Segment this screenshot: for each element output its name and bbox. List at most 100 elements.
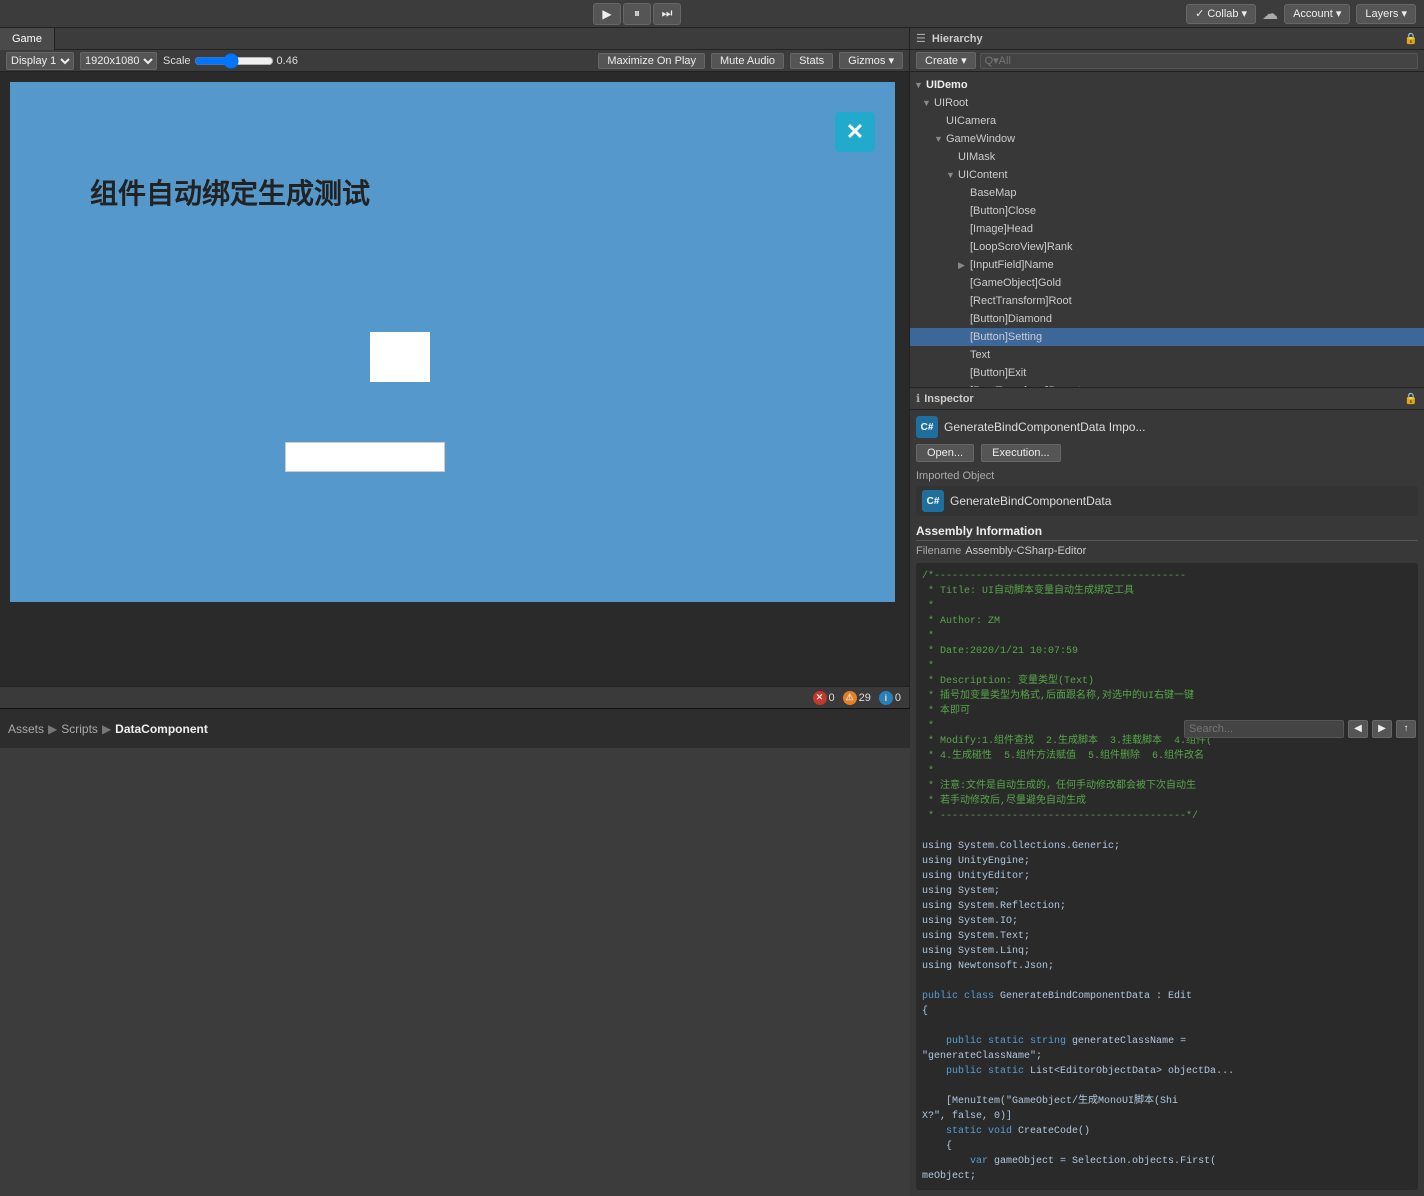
hierarchy-search-input[interactable] bbox=[980, 53, 1418, 69]
close-button-x[interactable]: ✕ bbox=[835, 112, 875, 152]
breadcrumb-sep-1: ▶ bbox=[48, 722, 57, 736]
play-icon: ▶ bbox=[602, 7, 611, 21]
toolbar-right: ✓ Collab ▾ ☁ Account ▾ Layers ▾ bbox=[1186, 4, 1416, 24]
list-item[interactable]: [Image]Head bbox=[910, 220, 1424, 238]
scale-value: 0.46 bbox=[277, 55, 298, 67]
inspector-script-name: GenerateBindComponentData Impo... bbox=[944, 420, 1418, 434]
list-item[interactable]: [RectTransform]Parent bbox=[910, 382, 1424, 387]
game-tab[interactable]: Game bbox=[0, 28, 55, 50]
hierarchy-title: Hierarchy bbox=[932, 33, 983, 45]
data-component-breadcrumb: DataComponent bbox=[115, 722, 208, 736]
collab-check-icon: ✓ bbox=[1195, 7, 1204, 20]
list-item[interactable]: ▼ GameWindow bbox=[910, 130, 1424, 148]
imported-cs-label: C# bbox=[927, 496, 940, 507]
inspector-actions: Open... Execution... bbox=[916, 444, 1418, 462]
playback-controls: ▶ ⏸ ⏭ bbox=[593, 3, 681, 25]
game-controls: Display 1 1920x1080 Scale 0.46 Maximize … bbox=[0, 50, 909, 72]
nav-forward-button[interactable]: ▶ bbox=[1372, 720, 1392, 738]
inspector-panel: ℹ Inspector 🔒 C# GenerateBindComponentDa… bbox=[910, 388, 1424, 1196]
code-class-name: GenerateBindComponentData : Edit bbox=[994, 991, 1192, 1002]
resolution-select[interactable]: 1920x1080 bbox=[80, 52, 157, 70]
mute-audio-button[interactable]: Mute Audio bbox=[711, 53, 784, 69]
game-tab-label: Game bbox=[12, 33, 42, 45]
scale-area: Scale 0.46 bbox=[163, 55, 298, 67]
assets-breadcrumb[interactable]: Assets bbox=[8, 722, 44, 736]
breadcrumb-sep-2: ▶ bbox=[102, 722, 111, 736]
info-count: 0 bbox=[895, 692, 901, 704]
game-tab-bar: Game bbox=[0, 28, 909, 50]
layers-label: Layers ▾ bbox=[1365, 7, 1407, 20]
list-item[interactable]: [RectTransform]Root bbox=[910, 292, 1424, 310]
bottom-search-input[interactable] bbox=[1184, 720, 1344, 738]
filename-label: Filename bbox=[916, 545, 961, 557]
code-menu-item: [MenuItem("GameObject/生成MonoUI脚本(Shi X?"… bbox=[922, 1096, 1216, 1182]
input-field-box[interactable] bbox=[285, 442, 445, 472]
imported-object-label: Imported Object bbox=[916, 470, 1418, 482]
cloud-icon[interactable]: ☁ bbox=[1262, 4, 1278, 24]
inspector-icon: ℹ bbox=[916, 392, 920, 405]
list-item[interactable]: Text bbox=[910, 346, 1424, 364]
inspector-lock-icon[interactable]: 🔒 bbox=[1404, 392, 1418, 405]
hierarchy-create-button[interactable]: Create ▾ bbox=[916, 52, 976, 69]
code-line: /*--------------------------------------… bbox=[922, 571, 1212, 822]
warning-count: 29 bbox=[859, 692, 871, 704]
list-item[interactable]: [GameObject]Gold bbox=[910, 274, 1424, 292]
hierarchy-panel: ☰ Hierarchy 🔒 Create ▾ ▼ UIDemo ▼ UIRoot bbox=[910, 28, 1424, 388]
collab-button[interactable]: ✓ Collab ▾ bbox=[1186, 4, 1256, 24]
account-button[interactable]: Account ▾ bbox=[1284, 4, 1350, 24]
execution-button[interactable]: Execution... bbox=[981, 444, 1060, 462]
list-item[interactable]: [Button]Diamond bbox=[910, 310, 1424, 328]
hierarchy-scene-root[interactable]: ▼ UIDemo bbox=[910, 76, 1424, 94]
cs-badge-label: C# bbox=[921, 422, 934, 433]
list-item[interactable]: [Button]Close bbox=[910, 202, 1424, 220]
scale-slider[interactable] bbox=[194, 55, 274, 67]
white-square bbox=[370, 332, 430, 382]
inspector-body: C# GenerateBindComponentData Impo... Ope… bbox=[910, 410, 1424, 1196]
code-class-keyword: public class bbox=[922, 991, 994, 1002]
list-item[interactable]: [Button]Setting bbox=[910, 328, 1424, 346]
account-label: Account ▾ bbox=[1293, 7, 1341, 20]
error-icon: ✕ bbox=[813, 691, 827, 705]
inspector-header: ℹ Inspector 🔒 bbox=[910, 388, 1424, 410]
nav-up-button[interactable]: ↑ bbox=[1396, 720, 1416, 738]
stats-button[interactable]: Stats bbox=[790, 53, 833, 69]
imported-cs-badge: C# bbox=[922, 490, 944, 512]
list-item[interactable]: BaseMap bbox=[910, 184, 1424, 202]
imported-object-name: GenerateBindComponentData bbox=[950, 494, 1111, 508]
list-item[interactable]: [LoopScroView]Rank bbox=[910, 238, 1424, 256]
list-item[interactable]: UIMask bbox=[910, 148, 1424, 166]
game-status-bar: ✕ 0 ⚠ 29 i 0 bbox=[0, 686, 909, 708]
scripts-breadcrumb[interactable]: Scripts bbox=[61, 722, 98, 736]
gizmos-button[interactable]: Gizmos ▾ bbox=[839, 52, 903, 69]
layers-button[interactable]: Layers ▾ bbox=[1356, 4, 1416, 24]
nav-back-button[interactable]: ◀ bbox=[1348, 720, 1368, 738]
cs-badge: C# bbox=[916, 416, 938, 438]
collab-label: Collab ▾ bbox=[1207, 7, 1247, 20]
top-toolbar: ▶ ⏸ ⏭ ✓ Collab ▾ ☁ Account ▾ Layers ▾ bbox=[0, 0, 1424, 28]
list-item[interactable]: [Button]Exit bbox=[910, 364, 1424, 382]
list-item[interactable]: UICamera bbox=[910, 112, 1424, 130]
hierarchy-lock-icon[interactable]: 🔒 bbox=[1404, 32, 1418, 45]
list-item[interactable]: ▶ [InputField]Name bbox=[910, 256, 1424, 274]
code-block: /*--------------------------------------… bbox=[916, 563, 1418, 1190]
pause-button[interactable]: ⏸ bbox=[623, 3, 651, 25]
bottom-nav: ◀ ▶ ↑ bbox=[1184, 720, 1416, 738]
play-button[interactable]: ▶ bbox=[593, 3, 621, 25]
breadcrumb: Assets ▶ Scripts ▶ DataComponent bbox=[8, 722, 208, 736]
step-button[interactable]: ⏭ bbox=[653, 3, 681, 25]
main-area: Game Display 1 1920x1080 Scale 0.46 Maxi… bbox=[0, 28, 1424, 708]
display-select[interactable]: Display 1 bbox=[6, 52, 74, 70]
maximize-on-play-button[interactable]: Maximize On Play bbox=[598, 53, 705, 69]
list-item[interactable]: ▼ UIRoot bbox=[910, 94, 1424, 112]
open-button[interactable]: Open... bbox=[916, 444, 974, 462]
code-field: public static string generateClassName =… bbox=[922, 1036, 1234, 1077]
code-brace: { bbox=[922, 1006, 928, 1017]
scale-label: Scale bbox=[163, 55, 191, 67]
inspector-title-area: C# GenerateBindComponentData Impo... bbox=[916, 416, 1418, 438]
game-panel: Game Display 1 1920x1080 Scale 0.46 Maxi… bbox=[0, 28, 910, 708]
list-item[interactable]: ▼ UIContent bbox=[910, 166, 1424, 184]
hierarchy-controls: Create ▾ bbox=[910, 50, 1424, 72]
pause-icon: ⏸ bbox=[634, 6, 640, 21]
assembly-info-section: Assembly Information Filename Assembly-C… bbox=[916, 524, 1418, 557]
assembly-info-title: Assembly Information bbox=[916, 524, 1418, 541]
